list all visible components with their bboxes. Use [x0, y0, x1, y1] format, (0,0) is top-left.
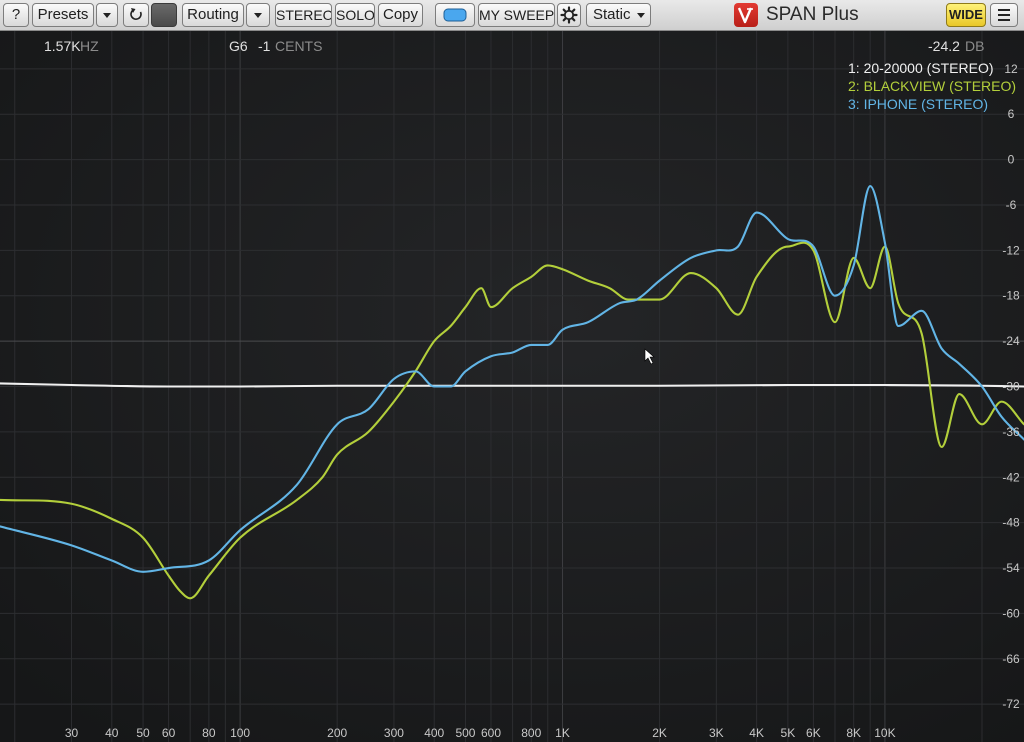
- routing-dropdown-button[interactable]: [246, 3, 270, 27]
- x-tick-label: 50: [136, 726, 150, 740]
- y-tick-label: -54: [1002, 561, 1020, 575]
- x-tick-label: 100: [230, 726, 250, 740]
- cursor-cents-unit: CENTS: [275, 38, 323, 54]
- chevron-down-icon: [103, 13, 111, 18]
- legend-item-3[interactable]: 3: IPHONE (STEREO): [848, 96, 1016, 114]
- cursor-level-value: -24.2: [928, 38, 960, 54]
- x-tick-label: 40: [105, 726, 119, 740]
- trace-name-button[interactable]: MY SWEEP: [478, 3, 555, 27]
- y-tick-label: -42: [1002, 470, 1020, 484]
- cursor-frequency-value: 1.57K: [44, 38, 81, 54]
- y-tick-label: 0: [1008, 153, 1015, 167]
- reset-button[interactable]: [123, 3, 149, 27]
- stereo-button[interactable]: STEREO: [275, 3, 332, 27]
- settings-button[interactable]: [557, 3, 581, 27]
- x-tick-label: 800: [521, 726, 541, 740]
- presets-dropdown-button[interactable]: [96, 3, 118, 27]
- chevron-down-icon: [637, 13, 645, 18]
- y-tick-label: -30: [1002, 380, 1020, 394]
- x-tick-label: 3K: [709, 726, 724, 740]
- cursor-frequency-unit: HZ: [80, 38, 99, 54]
- spectrum-graph[interactable]: 1260-6-12-18-24-30-36-42-48-54-60-66-72 …: [0, 31, 1024, 742]
- y-tick-label: -36: [1002, 425, 1020, 439]
- chevron-down-icon: [254, 13, 262, 18]
- x-tick-label: 300: [384, 726, 404, 740]
- x-tick-label: 500: [455, 726, 475, 740]
- gear-icon: [560, 6, 578, 24]
- presets-button[interactable]: Presets: [32, 3, 94, 27]
- span-plus-window: ? Presets Routing STEREO SOLO Copy MY SW…: [0, 0, 1024, 742]
- cursor-note: G6: [229, 38, 248, 54]
- legend-item-2[interactable]: 2: BLACKVIEW (STEREO): [848, 78, 1016, 96]
- wide-button[interactable]: WIDE: [946, 3, 986, 27]
- color-pill-icon: [443, 8, 467, 22]
- copy-button[interactable]: Copy: [378, 3, 423, 27]
- color-swatch-button[interactable]: [151, 3, 177, 27]
- routing-button[interactable]: Routing: [182, 3, 244, 27]
- trace-color-toggle[interactable]: [435, 3, 475, 27]
- x-tick-label: 10K: [874, 726, 895, 740]
- legend: 1: 20-20000 (STEREO) 2: BLACKVIEW (STERE…: [848, 60, 1016, 114]
- y-tick-label: -18: [1002, 289, 1020, 303]
- y-tick-label: -60: [1002, 606, 1020, 620]
- x-tick-label: 600: [481, 726, 501, 740]
- y-tick-label: -48: [1002, 516, 1020, 530]
- static-mode-label: Static: [593, 6, 631, 23]
- x-tick-label: 5K: [781, 726, 796, 740]
- x-tick-label: 2K: [652, 726, 667, 740]
- y-tick-label: -72: [1002, 697, 1020, 711]
- x-tick-label: 80: [202, 726, 216, 740]
- undo-icon: [130, 8, 142, 20]
- help-button[interactable]: ?: [3, 3, 29, 27]
- toolbar: ? Presets Routing STEREO SOLO Copy MY SW…: [0, 0, 1024, 31]
- x-tick-label: 8K: [846, 726, 861, 740]
- voxengo-logo-icon: [734, 3, 758, 27]
- menu-button[interactable]: [990, 3, 1018, 27]
- hamburger-menu-icon: [998, 9, 1010, 21]
- x-tick-label: 4K: [749, 726, 764, 740]
- y-tick-label: -66: [1002, 652, 1020, 666]
- x-tick-label: 400: [424, 726, 444, 740]
- legend-item-1[interactable]: 1: 20-20000 (STEREO): [848, 60, 1016, 78]
- x-tick-label: 1K: [555, 726, 570, 740]
- y-tick-label: -6: [1006, 198, 1017, 212]
- cursor-cents-value: -1: [258, 38, 271, 54]
- x-tick-label: 60: [162, 726, 176, 740]
- y-tick-label: -24: [1002, 334, 1020, 348]
- solo-button[interactable]: SOLO: [335, 3, 375, 27]
- x-tick-label: 30: [65, 726, 79, 740]
- x-tick-label: 200: [327, 726, 347, 740]
- y-tick-label: -12: [1002, 243, 1020, 257]
- x-tick-label: 6K: [806, 726, 821, 740]
- static-mode-dropdown[interactable]: Static: [586, 3, 651, 27]
- cursor-level-unit: DB: [965, 38, 985, 54]
- plugin-brand-title: SPAN Plus: [766, 4, 859, 25]
